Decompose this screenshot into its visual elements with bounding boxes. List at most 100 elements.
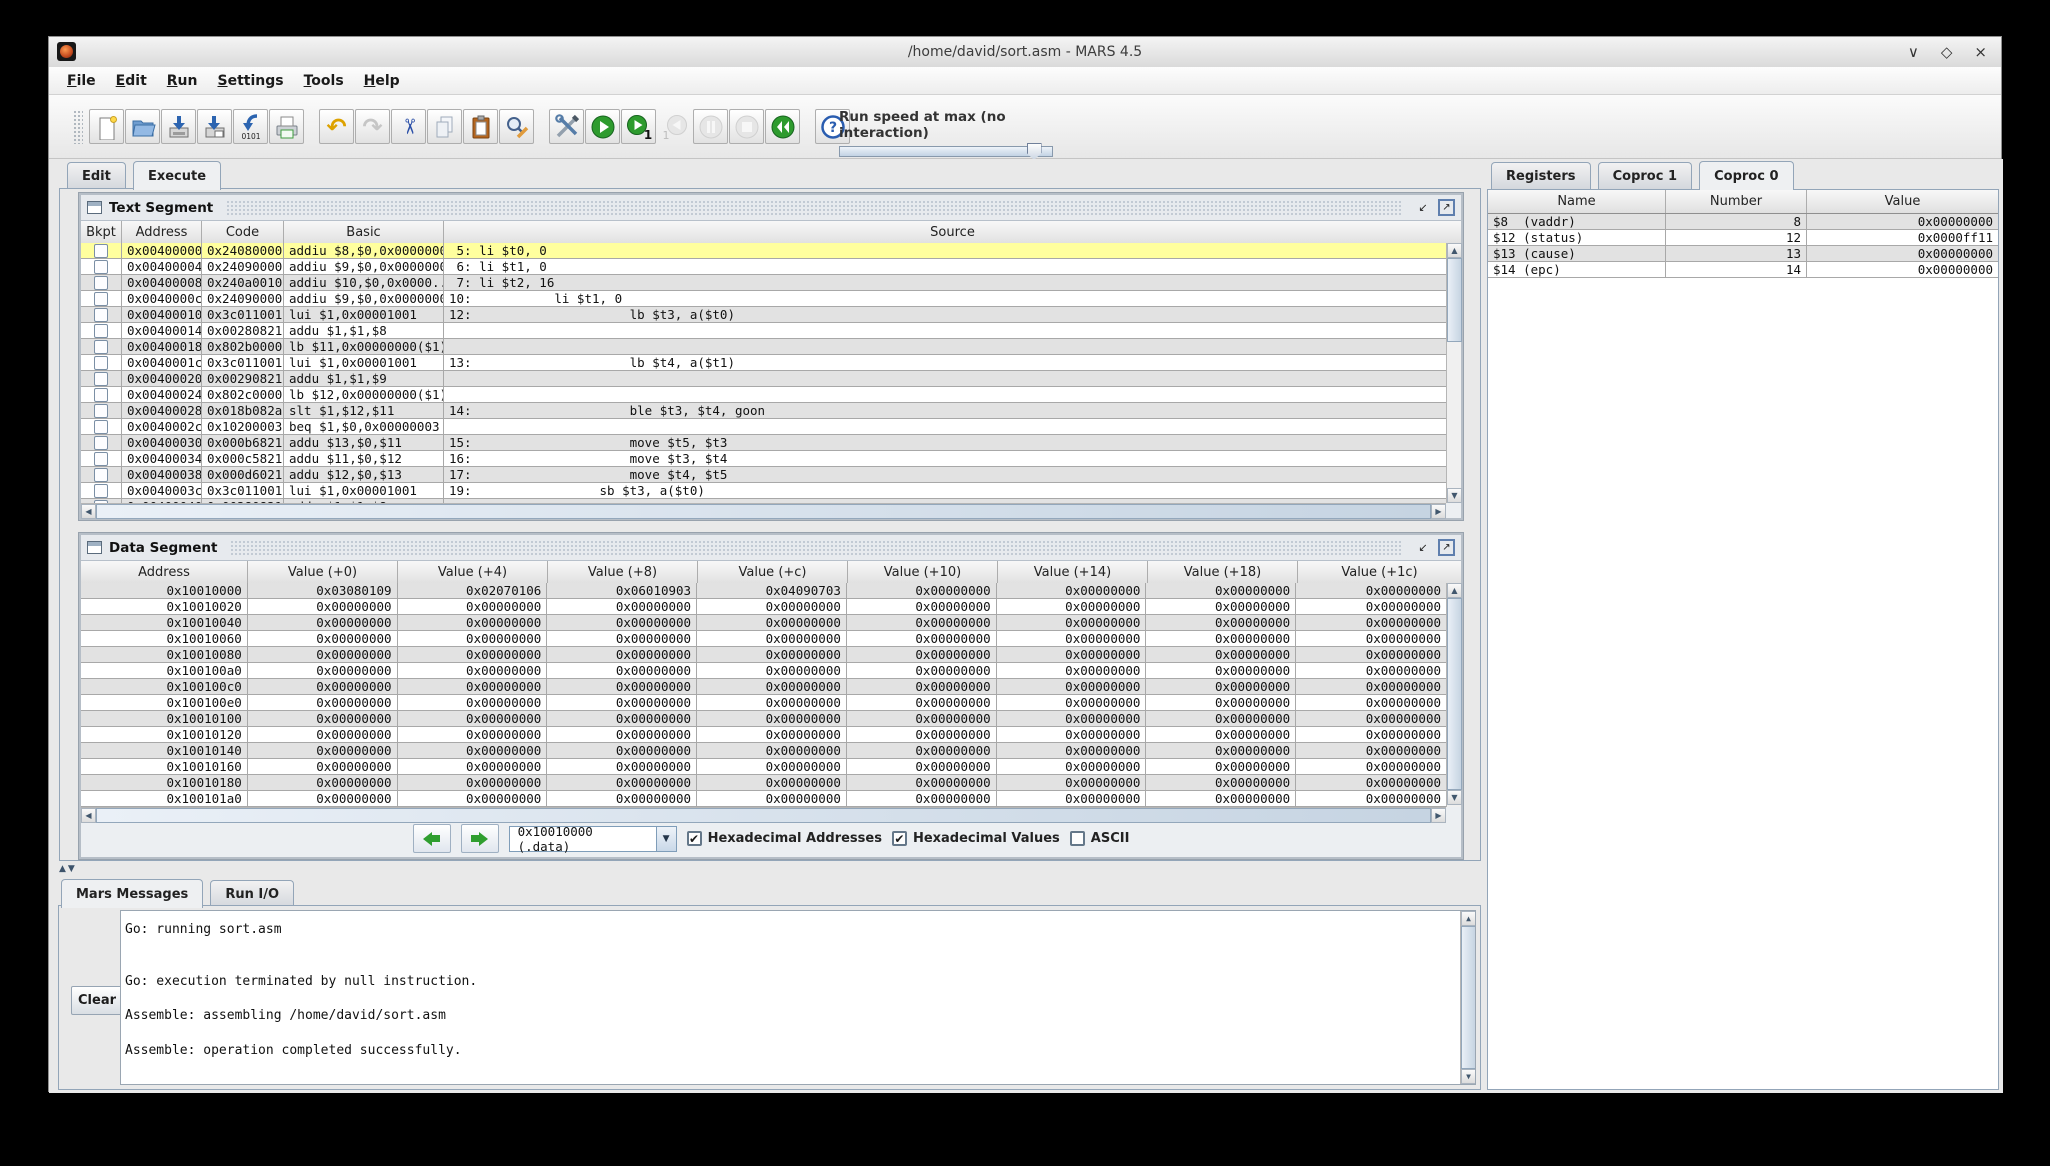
value-cell[interactable]: 0x00000000 bbox=[1146, 615, 1296, 630]
prev-memory-range-button[interactable] bbox=[413, 824, 451, 853]
value-cell[interactable]: 0x00000000 bbox=[997, 791, 1147, 806]
value-cell[interactable]: 0x00000000 bbox=[248, 711, 398, 726]
scroll-up-icon[interactable]: ▲ bbox=[1447, 243, 1462, 258]
value-cell[interactable]: 0x00000000 bbox=[398, 599, 548, 614]
value-cell[interactable]: 0x00000000 bbox=[398, 679, 548, 694]
breakpoint-checkbox[interactable] bbox=[94, 260, 108, 274]
value-cell[interactable]: 0x00000000 bbox=[697, 711, 847, 726]
value-cell[interactable]: 0x00000000 bbox=[847, 695, 997, 710]
value-cell[interactable]: 0x00000000 bbox=[1296, 791, 1446, 806]
breakpoint-checkbox[interactable] bbox=[94, 292, 108, 306]
value-cell[interactable]: 0x00000000 bbox=[997, 759, 1147, 774]
value-cell[interactable]: 0x00000000 bbox=[547, 631, 697, 646]
scroll-up-icon[interactable]: ▲ bbox=[1461, 911, 1476, 926]
value-cell[interactable]: 0x00000000 bbox=[697, 647, 847, 662]
value-cell[interactable]: 0x00000000 bbox=[547, 775, 697, 790]
run-one-step-button[interactable]: 1 bbox=[621, 109, 656, 144]
toolbar-drag-handle[interactable] bbox=[73, 110, 83, 144]
value-cell[interactable]: 0x00000000 bbox=[398, 759, 548, 774]
value-cell[interactable]: 0x00000000 bbox=[1296, 743, 1446, 758]
breakpoint-checkbox[interactable] bbox=[94, 484, 108, 498]
split-divider[interactable]: ▲ ▼ bbox=[49, 861, 1481, 878]
open-file-button[interactable] bbox=[125, 109, 160, 144]
value-cell[interactable]: 0x00000000 bbox=[1146, 711, 1296, 726]
value-cell[interactable]: 0x00000000 bbox=[248, 631, 398, 646]
scroll-up-icon[interactable]: ▲ bbox=[1447, 583, 1462, 598]
scroll-thumb[interactable] bbox=[1447, 598, 1462, 790]
assemble-button[interactable] bbox=[549, 109, 584, 144]
value-cell[interactable]: 0x00000000 bbox=[547, 759, 697, 774]
tab-edit[interactable]: Edit bbox=[67, 162, 126, 189]
clear-button[interactable]: Clear bbox=[71, 986, 123, 1015]
collapse-down-icon[interactable]: ▼ bbox=[68, 865, 75, 874]
scroll-thumb[interactable] bbox=[1461, 926, 1476, 1069]
value-cell[interactable]: 0x00000000 bbox=[1296, 711, 1446, 726]
register-value-cell[interactable]: 0x00000000 bbox=[1807, 262, 1998, 277]
frame-minimize-icon[interactable]: ↙ bbox=[1415, 540, 1431, 556]
tab-mars-messages[interactable]: Mars Messages bbox=[61, 879, 203, 908]
frame-maximize-icon[interactable]: ↗ bbox=[1438, 539, 1455, 556]
hex-values-checkbox[interactable]: ✔ Hexadecimal Values bbox=[892, 831, 1060, 846]
value-cell[interactable]: 0x00000000 bbox=[248, 647, 398, 662]
value-cell[interactable]: 0x00000000 bbox=[1146, 599, 1296, 614]
value-cell[interactable]: 0x00000000 bbox=[697, 775, 847, 790]
breakpoint-checkbox[interactable] bbox=[94, 404, 108, 418]
chevron-down-icon[interactable]: ▼ bbox=[656, 827, 676, 851]
breakpoint-checkbox[interactable] bbox=[94, 308, 108, 322]
value-cell[interactable]: 0x00000000 bbox=[847, 615, 997, 630]
checkbox-icon[interactable]: ✔ bbox=[687, 831, 702, 846]
value-cell[interactable]: 0x00000000 bbox=[1296, 759, 1446, 774]
memory-base-select[interactable]: 0x10010000 (.data) ▼ bbox=[509, 826, 677, 852]
value-cell[interactable]: 0x00000000 bbox=[697, 791, 847, 806]
tab-registers[interactable]: Registers bbox=[1491, 162, 1591, 189]
value-cell[interactable]: 0x00000000 bbox=[248, 791, 398, 806]
value-cell[interactable]: 0x00000000 bbox=[1296, 631, 1446, 646]
value-cell[interactable]: 0x00000000 bbox=[1296, 727, 1446, 742]
copy-button[interactable] bbox=[427, 109, 462, 144]
value-cell[interactable]: 0x00000000 bbox=[1146, 647, 1296, 662]
value-cell[interactable]: 0x00000000 bbox=[547, 663, 697, 678]
new-file-button[interactable] bbox=[89, 109, 124, 144]
value-cell[interactable]: 0x00000000 bbox=[248, 759, 398, 774]
text-segment-titlebar[interactable]: Text Segment ↙ ↗ bbox=[81, 195, 1461, 221]
collapse-up-icon[interactable]: ▲ bbox=[59, 865, 66, 874]
value-cell[interactable]: 0x02070106 bbox=[398, 583, 548, 598]
checkbox-icon[interactable]: ✔ bbox=[892, 831, 907, 846]
register-value-cell[interactable]: 0x0000ff11 bbox=[1807, 230, 1998, 245]
register-value-cell[interactable]: 0x00000000 bbox=[1807, 246, 1998, 261]
tab-run-io[interactable]: Run I/O bbox=[210, 880, 294, 907]
save-as-button[interactable] bbox=[197, 109, 232, 144]
run-speed-slider[interactable] bbox=[839, 146, 1053, 157]
value-cell[interactable]: 0x00000000 bbox=[1296, 647, 1446, 662]
value-cell[interactable]: 0x00000000 bbox=[398, 743, 548, 758]
frame-maximize-icon[interactable]: ↗ bbox=[1438, 199, 1455, 216]
value-cell[interactable]: 0x00000000 bbox=[1146, 663, 1296, 678]
value-cell[interactable]: 0x00000000 bbox=[697, 679, 847, 694]
value-cell[interactable]: 0x00000000 bbox=[997, 695, 1147, 710]
text-segment-hscrollbar[interactable]: ◀ ▶ bbox=[81, 503, 1446, 518]
print-button[interactable] bbox=[269, 109, 304, 144]
value-cell[interactable]: 0x00000000 bbox=[847, 647, 997, 662]
value-cell[interactable]: 0x00000000 bbox=[997, 679, 1147, 694]
breakpoint-checkbox[interactable] bbox=[94, 324, 108, 338]
tab-execute[interactable]: Execute bbox=[133, 161, 221, 190]
breakpoint-checkbox[interactable] bbox=[94, 244, 108, 258]
value-cell[interactable]: 0x00000000 bbox=[697, 695, 847, 710]
scroll-down-icon[interactable]: ▼ bbox=[1447, 488, 1462, 503]
window-minimize-button[interactable]: ∨ bbox=[1908, 43, 1919, 61]
value-cell[interactable]: 0x00000000 bbox=[1146, 791, 1296, 806]
value-cell[interactable]: 0x00000000 bbox=[697, 615, 847, 630]
value-cell[interactable]: 0x00000000 bbox=[1146, 583, 1296, 598]
value-cell[interactable]: 0x04090703 bbox=[697, 583, 847, 598]
value-cell[interactable]: 0x00000000 bbox=[847, 631, 997, 646]
value-cell[interactable]: 0x00000000 bbox=[997, 599, 1147, 614]
menu-item[interactable]: Help bbox=[354, 70, 410, 92]
value-cell[interactable]: 0x00000000 bbox=[547, 711, 697, 726]
value-cell[interactable]: 0x00000000 bbox=[547, 647, 697, 662]
value-cell[interactable]: 0x00000000 bbox=[248, 615, 398, 630]
menu-item[interactable]: File bbox=[57, 70, 106, 92]
value-cell[interactable]: 0x00000000 bbox=[547, 695, 697, 710]
window-close-button[interactable]: × bbox=[1974, 43, 1987, 61]
breakpoint-checkbox[interactable] bbox=[94, 372, 108, 386]
value-cell[interactable]: 0x00000000 bbox=[847, 679, 997, 694]
